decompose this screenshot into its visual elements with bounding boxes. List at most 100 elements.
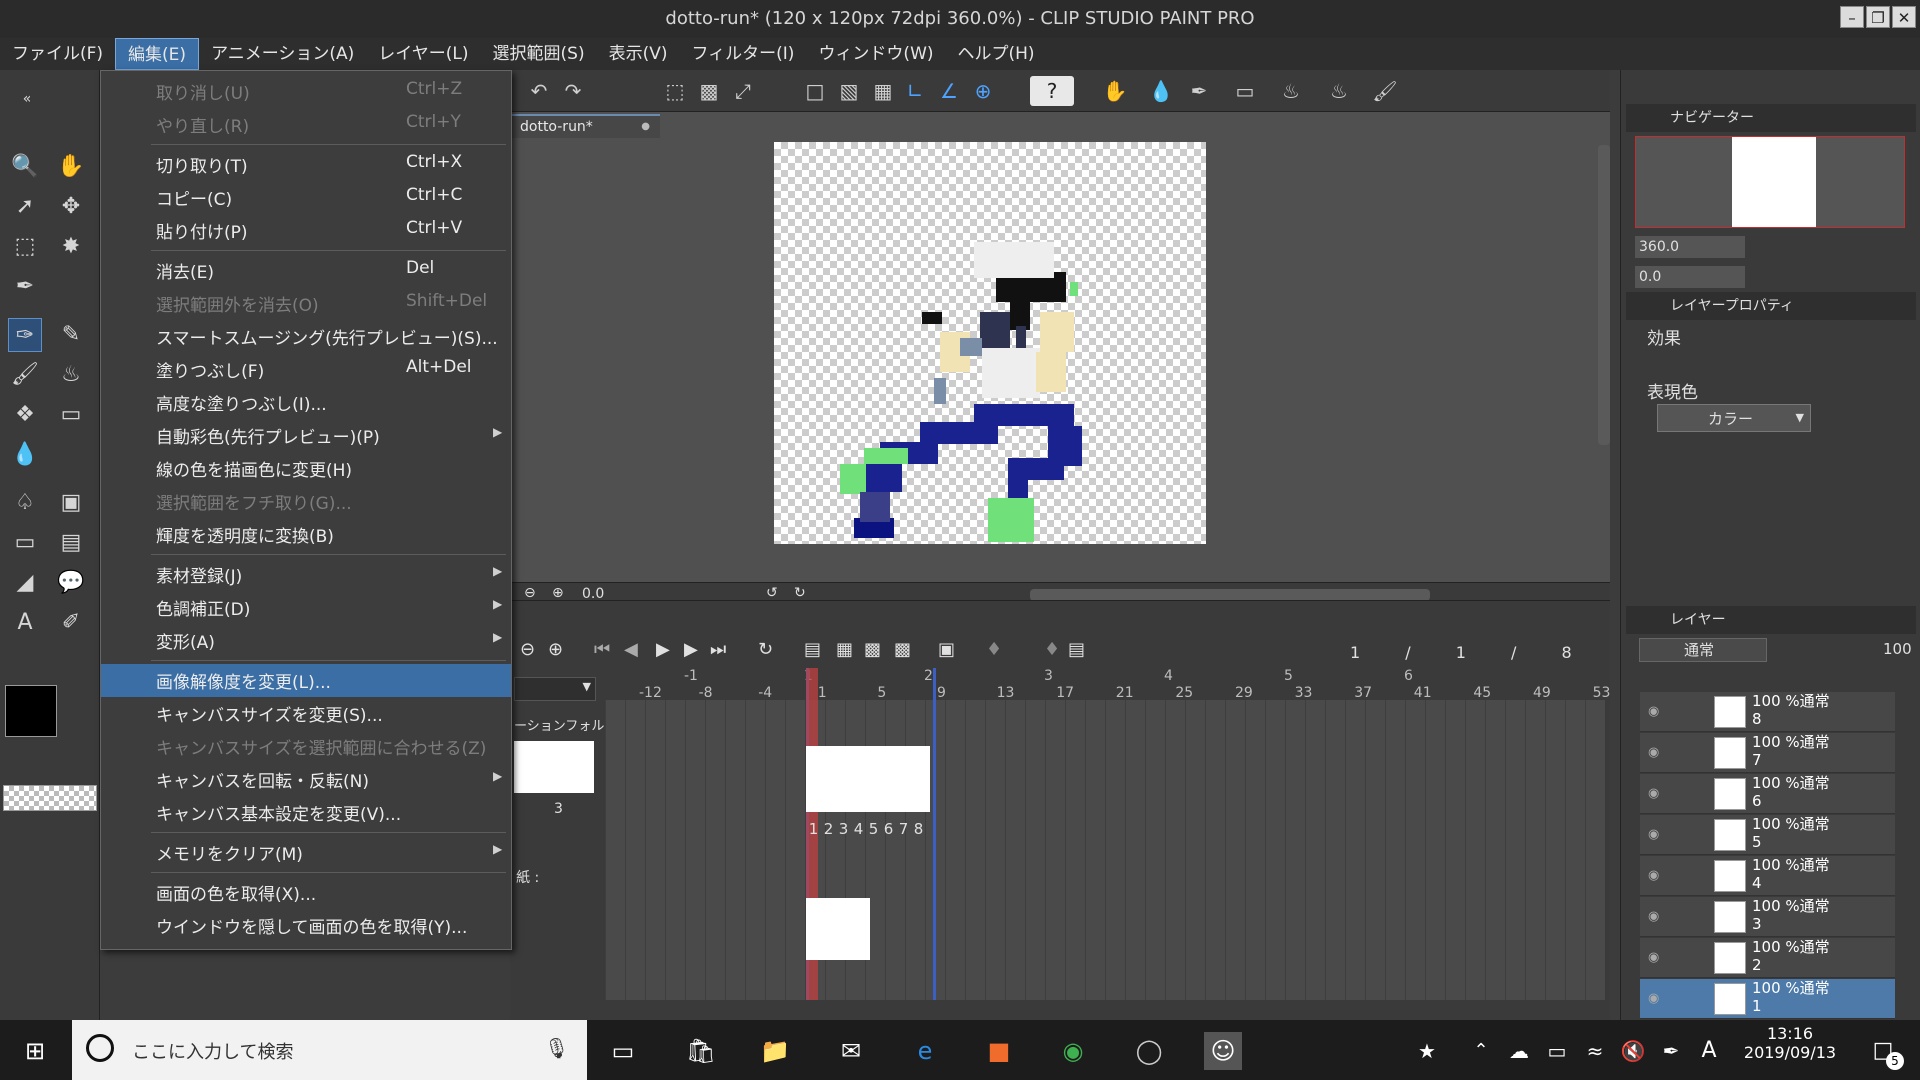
cel-number[interactable]: 4 [851,820,866,840]
menu-animation[interactable]: アニメーション(A) [199,38,366,70]
menu-item[interactable]: キャンバスサイズを変更(S)... [101,697,511,730]
menu-item[interactable]: キャンバス基本設定を変更(V)... [101,796,511,829]
ruler-snap-icon[interactable]: ▧ [834,76,864,106]
menu-item[interactable]: ウインドウを隠して画面の色を取得(Y)... [101,909,511,942]
blend-mode-select[interactable]: 通常 [1639,638,1767,662]
document-tab[interactable]: dotto-run* ● [510,114,660,138]
volume-icon[interactable]: 🔇 [1614,1032,1652,1070]
eye-icon[interactable]: ◉ [1648,991,1659,1006]
zoom-out-icon[interactable]: ⊖ [524,585,536,601]
layer-row[interactable]: ◉ 100 %通常 8 [1640,692,1895,732]
eye-icon[interactable]: ◉ [1648,827,1659,842]
layer-row[interactable]: ◉ 100 %通常 2 [1640,938,1895,978]
last-frame-icon[interactable]: ⏭ [710,639,726,660]
first-frame-icon[interactable]: ⏮ [594,639,610,660]
layer-row[interactable]: ◉ 100 %通常 7 [1640,733,1895,773]
text-tool-icon[interactable]: A [8,606,42,640]
fill-bar-icon[interactable]: ♨ [1276,76,1306,106]
layer-row[interactable]: ◉ 100 %通常 3 [1640,897,1895,937]
cel-strip[interactable] [806,746,930,812]
menu-window[interactable]: ウィンドウ(W) [806,38,945,70]
zoom-tool-icon[interactable]: 🔍 [8,150,42,184]
paper-cel[interactable] [806,898,870,960]
navigator-tab[interactable]: ナビゲーター [1626,104,1916,132]
ruler-icon[interactable]: ◢ [8,566,42,600]
menu-item[interactable]: 画面の色を取得(X)... [101,876,511,909]
pen-tool-icon[interactable]: ✑ [8,318,42,352]
store-icon[interactable]: 🛍 [682,1032,720,1070]
layer-property-tab[interactable]: レイヤープロパティ [1626,292,1916,320]
help-icon[interactable]: ? [1030,76,1074,106]
eye-icon[interactable]: ◉ [1648,745,1659,760]
hand-icon[interactable]: ✋ [1100,76,1130,106]
chrome-icon[interactable]: ◉ [1054,1032,1092,1070]
edge-browser-icon[interactable]: e [906,1032,944,1070]
cel-number[interactable]: 7 [896,820,911,840]
eye-icon[interactable]: ◉ [1648,786,1659,801]
new-cel-icon[interactable]: ▤ [804,639,821,660]
people-icon[interactable]: ★ [1408,1032,1446,1070]
menu-help[interactable]: ヘルプ(H) [946,38,1047,70]
tab-close-icon[interactable]: ● [641,116,650,138]
snap-ruler-icon[interactable]: ∟ [900,76,930,106]
figure-icon[interactable]: ▭ [8,526,42,560]
transform-icon[interactable]: ⤢ [728,76,758,106]
main-color-swatch[interactable] [5,685,57,737]
battery-icon[interactable]: ▭ [1538,1032,1576,1070]
transparent-color-swatch[interactable] [3,785,97,811]
move-layer-icon[interactable]: ✥ [54,190,88,224]
vertical-scrollbar[interactable] [1598,145,1610,445]
frame-icon[interactable]: ▤ [54,526,88,560]
cel-number[interactable]: 5 [866,820,881,840]
track-dropdown[interactable]: ▼ [514,677,596,701]
mail-icon[interactable]: ✉ [832,1032,870,1070]
hand-tool-icon[interactable]: ✋ [54,150,88,184]
play-icon[interactable]: ▶ [656,639,670,660]
menu-layer[interactable]: レイヤー(L) [366,38,480,70]
menu-selection[interactable]: 選択範囲(S) [481,38,597,70]
deselect-icon[interactable]: ▩ [694,76,724,106]
layer-row[interactable]: ◉ 100 %通常 4 [1640,856,1895,896]
menu-view[interactable]: 表示(V) [597,38,680,70]
snap-grid-icon[interactable]: ⊕ [968,76,998,106]
operation-tool-icon[interactable]: ➚ [8,190,42,224]
menu-item[interactable]: 線の色を描画色に変更(H) [101,452,511,485]
maximize-button[interactable]: ❐ [1866,6,1890,28]
clip-studio-icon[interactable]: ◯ [1130,1032,1168,1070]
selection-tool-icon[interactable]: ⬚ [8,230,42,264]
file-explorer-icon[interactable]: 📁 [756,1032,794,1070]
pencil-tool-icon[interactable]: ✎ [54,318,88,352]
balloon-icon[interactable]: 💬 [54,566,88,600]
brush-tool-icon[interactable]: 🖌 [8,358,42,392]
cel-number[interactable]: 3 [836,820,851,840]
navigator-preview[interactable] [1635,136,1905,228]
eye-icon[interactable]: ◉ [1648,868,1659,883]
eye-icon[interactable]: ◉ [1648,950,1659,965]
layer-row[interactable]: ◉ 100 %通常 6 [1640,774,1895,814]
onedrive-icon[interactable]: ☁ [1500,1032,1538,1070]
brush-bar-icon[interactable]: 🖌 [1370,76,1400,106]
delete-cel-icon[interactable]: ▩ [894,639,911,660]
blend-icon[interactable]: 💧 [8,438,42,472]
crop-icon[interactable]: □ [800,76,830,106]
eyedropper-icon[interactable]: ✒ [8,270,42,304]
edit-keyframe-icon[interactable]: ▤ [1068,639,1085,660]
menu-item[interactable]: 輝度を透明度に変換(B) [101,518,511,551]
menu-item[interactable]: 貼り付け(P) Ctrl+V [101,214,511,247]
airbrush-icon[interactable]: ♨ [54,358,88,392]
clip-studio-paint-icon[interactable]: ☺ [1204,1032,1242,1070]
menu-item[interactable]: 高度な塗りつぶし(I)... [101,386,511,419]
keyframe-add-icon[interactable]: ♦ [1044,639,1060,660]
menu-file[interactable]: ファイル(F) [0,38,115,70]
snap-special-icon[interactable]: ∠ [934,76,964,106]
redo-icon[interactable]: ↷ [558,76,588,106]
task-view-icon[interactable]: ▭ [604,1032,642,1070]
menu-item[interactable]: 消去(E) Del [101,254,511,287]
pen-icon[interactable]: ✒ [1184,76,1214,106]
menu-item[interactable]: 切り取り(T) Ctrl+X [101,148,511,181]
menu-item[interactable]: 色調補正(D) ▶ [101,591,511,624]
eye-icon[interactable]: ◉ [1648,704,1659,719]
menu-filter[interactable]: フィルター(I) [679,38,806,70]
cel-spec-icon[interactable]: ▩ [864,639,881,660]
microphone-icon[interactable]: 🎙 [544,1036,569,1060]
